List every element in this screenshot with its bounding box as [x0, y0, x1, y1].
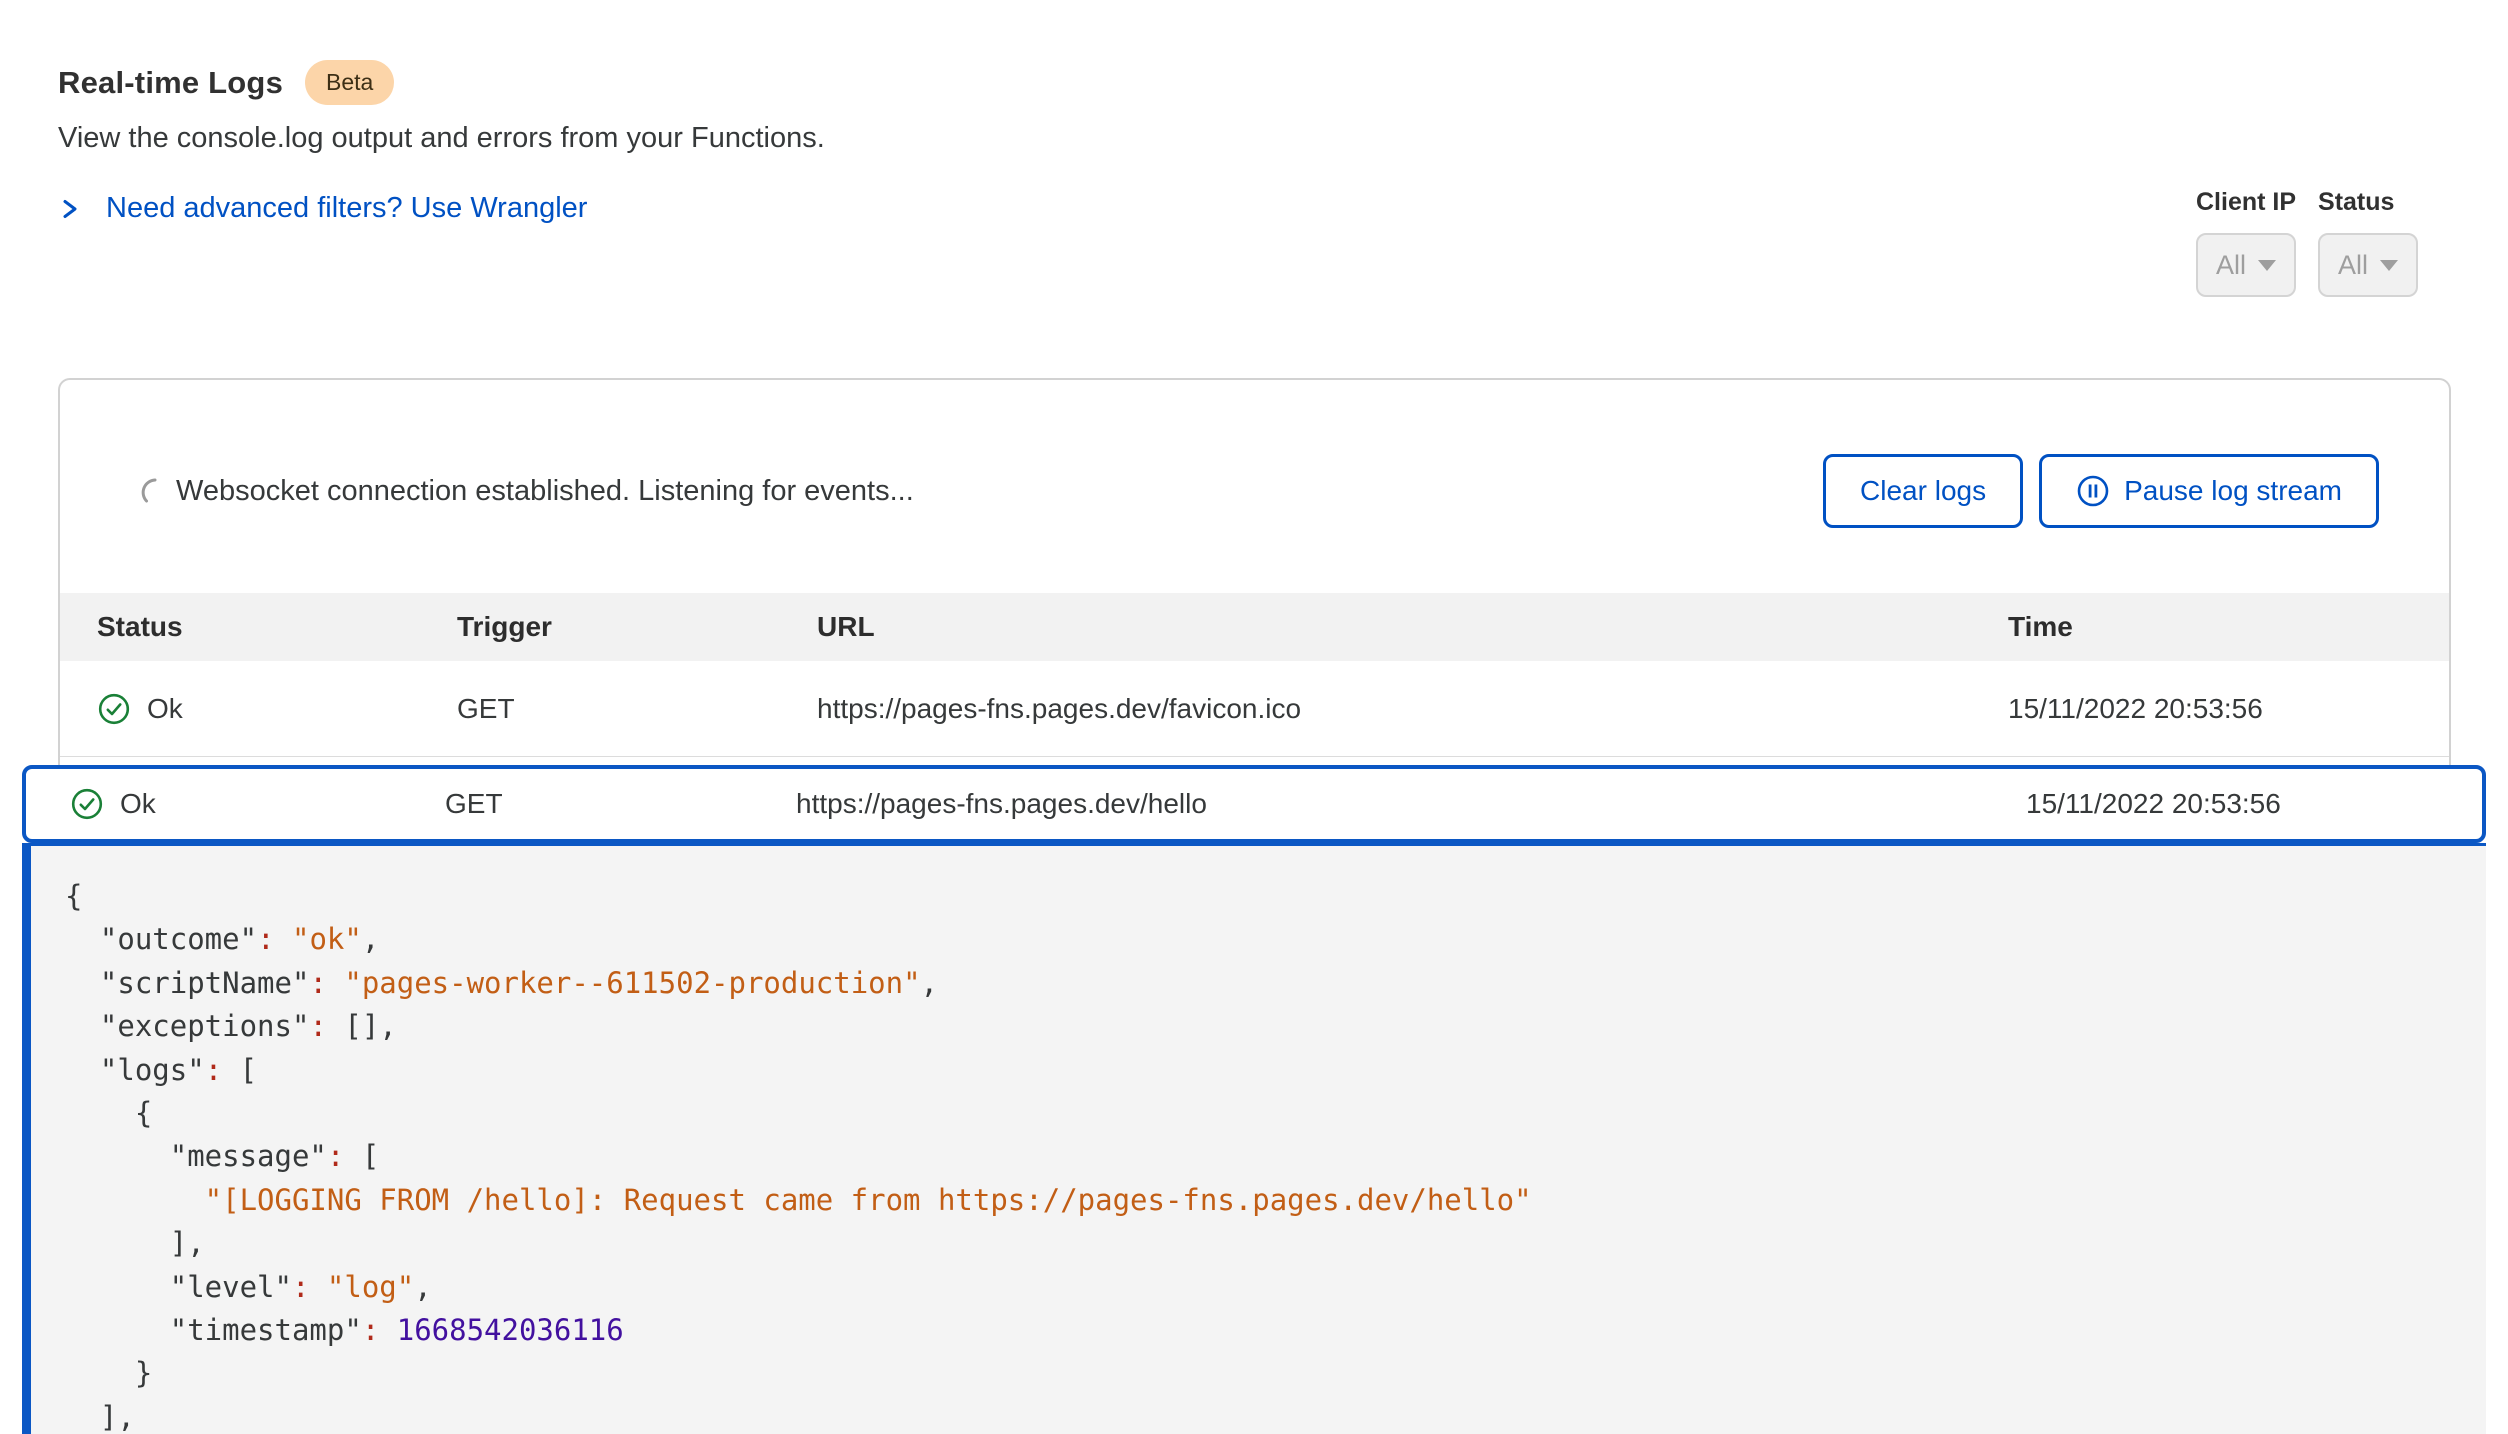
- pause-log-stream-button[interactable]: Pause log stream: [2039, 454, 2379, 528]
- code-line: ],: [65, 1222, 2466, 1265]
- caret-down-icon: [2258, 260, 2276, 271]
- client-ip-filter-value: All: [2216, 250, 2246, 281]
- spinner-icon: [140, 476, 162, 506]
- client-ip-filter-select[interactable]: All: [2196, 233, 2296, 297]
- wrangler-link[interactable]: Need advanced filters? Use Wrangler: [58, 192, 587, 225]
- websocket-status-text: Websocket connection established. Listen…: [176, 475, 914, 508]
- status-ok-icon: [70, 787, 104, 821]
- status-ok-icon: [97, 692, 131, 726]
- code-line: "message": [: [65, 1135, 2466, 1178]
- code-line: {: [65, 1092, 2466, 1135]
- row-url: https://pages-fns.pages.dev/favicon.ico: [817, 693, 2008, 725]
- code-line: "outcome": "ok",: [65, 918, 2466, 961]
- column-header-time: Time: [2008, 611, 2449, 643]
- page-subtitle: View the console.log output and errors f…: [58, 122, 825, 155]
- log-filters: Client IP All Status All: [2196, 188, 2418, 297]
- row-time: 15/11/2022 20:53:56: [2008, 693, 2449, 725]
- column-header-url: URL: [817, 611, 2008, 643]
- websocket-status: Websocket connection established. Listen…: [140, 454, 914, 528]
- beta-badge: Beta: [305, 60, 394, 105]
- code-line: "level": "log",: [65, 1266, 2466, 1309]
- log-table-row[interactable]: Ok GET https://pages-fns.pages.dev/favic…: [60, 661, 2449, 757]
- client-ip-filter-label: Client IP: [2196, 188, 2296, 217]
- log-toolbar: Websocket connection established. Listen…: [60, 380, 2449, 528]
- row-status: Ok: [120, 788, 156, 820]
- status-filter-label: Status: [2318, 188, 2418, 217]
- row-trigger: GET: [445, 788, 796, 820]
- status-filter-group: Status All: [2318, 188, 2418, 297]
- client-ip-filter-group: Client IP All: [2196, 188, 2296, 297]
- status-filter-select[interactable]: All: [2318, 233, 2418, 297]
- page-header: Real-time Logs Beta: [58, 60, 394, 105]
- pause-log-stream-label: Pause log stream: [2124, 475, 2342, 507]
- row-trigger: GET: [457, 693, 817, 725]
- column-header-status: Status: [97, 611, 457, 643]
- caret-down-icon: [2380, 260, 2398, 271]
- code-line: "timestamp": 1668542036116: [65, 1309, 2466, 1352]
- chevron-right-icon: [58, 194, 82, 224]
- expanded-log-entry: Ok GET https://pages-fns.pages.dev/hello…: [22, 765, 2486, 1434]
- pause-icon: [2076, 474, 2110, 508]
- selected-log-row[interactable]: Ok GET https://pages-fns.pages.dev/hello…: [22, 765, 2486, 843]
- toolbar-buttons: Clear logs Pause log stream: [1823, 454, 2379, 528]
- page-title: Real-time Logs: [58, 65, 283, 101]
- log-table-header: Status Trigger URL Time: [60, 593, 2449, 661]
- status-filter-value: All: [2338, 250, 2368, 281]
- row-time: 15/11/2022 20:53:56: [2026, 788, 2482, 820]
- code-line: ],: [65, 1396, 2466, 1434]
- wrangler-link-label: Need advanced filters? Use Wrangler: [106, 192, 587, 225]
- code-line: "logs": [: [65, 1049, 2466, 1092]
- clear-logs-button[interactable]: Clear logs: [1823, 454, 2023, 528]
- code-line: "scriptName": "pages-worker--611502-prod…: [65, 962, 2466, 1005]
- row-status: Ok: [147, 693, 183, 725]
- realtime-logs-page: Real-time Logs Beta View the console.log…: [0, 0, 2508, 1434]
- code-line: }: [65, 1352, 2466, 1395]
- code-line: {: [65, 875, 2466, 918]
- row-url: https://pages-fns.pages.dev/hello: [796, 788, 2026, 820]
- log-json-panel: { "outcome": "ok", "scriptName": "pages-…: [22, 843, 2486, 1434]
- code-line: "exceptions": [],: [65, 1005, 2466, 1048]
- column-header-trigger: Trigger: [457, 611, 817, 643]
- log-json: { "outcome": "ok", "scriptName": "pages-…: [65, 875, 2466, 1434]
- clear-logs-label: Clear logs: [1860, 475, 1986, 507]
- code-line: "[LOGGING FROM /hello]: Request came fro…: [65, 1179, 2466, 1222]
